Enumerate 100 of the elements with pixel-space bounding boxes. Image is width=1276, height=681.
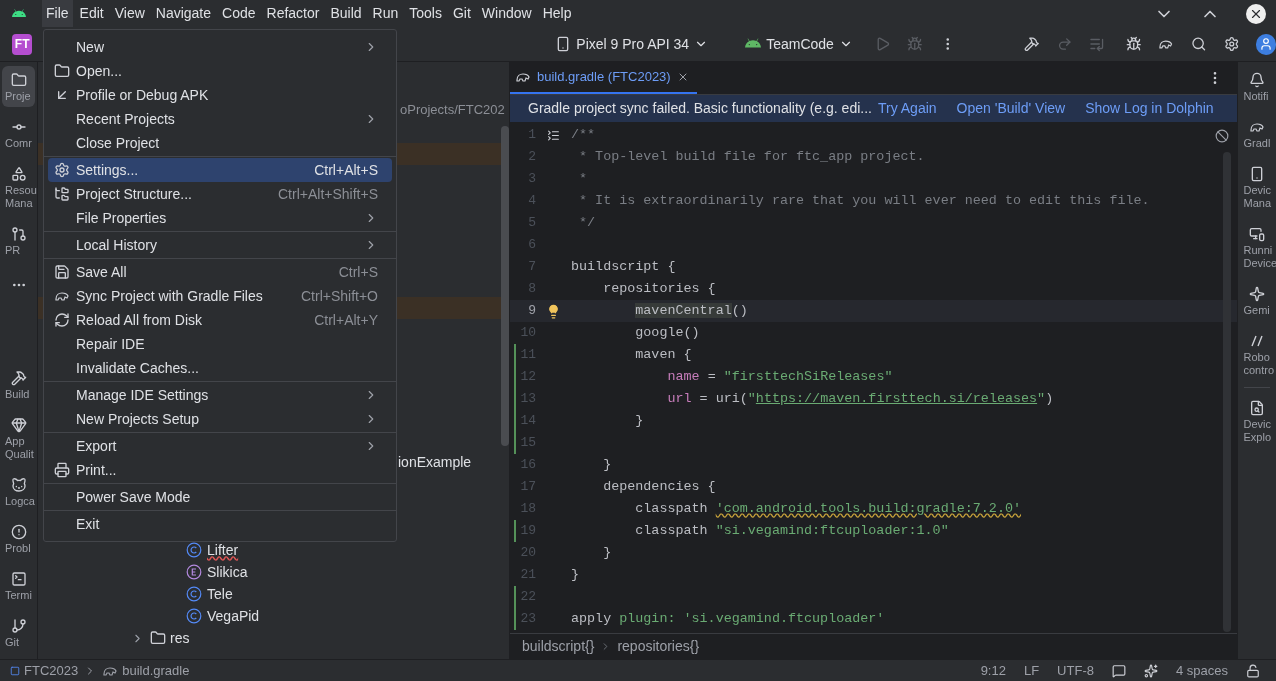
- project-badge[interactable]: FT: [12, 33, 33, 55]
- menu-item[interactable]: Local History: [48, 233, 392, 257]
- tree-item[interactable]: Tele: [186, 583, 237, 605]
- cat-icon: [10, 477, 27, 493]
- code-line: *: [578, 169, 588, 188]
- tool-window-label: Devic: [1242, 184, 1271, 197]
- menu-item[interactable]: Project Structure... Ctrl+Alt+Shift+S: [48, 182, 392, 206]
- sparkles-icon[interactable]: [1143, 663, 1158, 678]
- indent-setting[interactable]: 4 spaces: [1175, 660, 1228, 681]
- device-selector[interactable]: Pixel 9 Pro API 34: [555, 33, 709, 55]
- menu-item[interactable]: Sync Project with Gradle Files Ctrl+Shift+O: [48, 284, 392, 308]
- menu-bar-item[interactable]: File: [42, 0, 73, 27]
- tool-window-button[interactable]: Runni Device: [1240, 220, 1274, 274]
- code-line: name = "firsttechSiReleases": [666, 367, 893, 386]
- bug-icon[interactable]: [1125, 36, 1142, 52]
- menu-item[interactable]: Settings... Ctrl+Alt+S: [48, 158, 392, 182]
- tool-window-button[interactable]: Robo contro: [1240, 327, 1274, 381]
- class-icon: [186, 608, 202, 624]
- menu-bar-item[interactable]: Tools: [405, 0, 446, 27]
- tree-item[interactable]: Slikica: [186, 561, 252, 583]
- code-line: * Top-level build file for ftc_app project.: [578, 147, 925, 166]
- lightbulb-icon[interactable]: [546, 303, 561, 319]
- banner-link[interactable]: Show Log in Dolphin: [1085, 98, 1214, 119]
- menu-bar-item[interactable]: Navigate: [151, 0, 216, 27]
- code-line: mavenCentral(): [634, 301, 748, 320]
- folder-icon: [54, 63, 70, 79]
- menu-item[interactable]: Profile or Debug APK: [48, 83, 392, 107]
- tool-window-button[interactable]: Logca: [2, 471, 35, 512]
- caret-position[interactable]: 9:12: [980, 660, 1006, 681]
- tool-window-button[interactable]: Devic Mana: [1240, 160, 1274, 214]
- menu-item[interactable]: File Properties: [48, 206, 392, 230]
- menu-bar-item[interactable]: Edit: [75, 0, 108, 27]
- menu-bar-item[interactable]: Git: [448, 0, 475, 27]
- menu-item[interactable]: Exit: [48, 512, 392, 536]
- tool-window-button[interactable]: Git: [2, 612, 35, 653]
- menu-item[interactable]: Close Project: [48, 131, 392, 155]
- menu-item[interactable]: Save All Ctrl+S: [48, 260, 392, 284]
- tool-window-button[interactable]: Resou Mana: [2, 160, 35, 214]
- hammer-icon[interactable]: [1024, 36, 1040, 52]
- file-search-icon: [1249, 400, 1265, 416]
- scroll-thumb[interactable]: [1223, 152, 1231, 632]
- shortcut-label: Ctrl+S: [338, 262, 378, 282]
- phone-icon: [1249, 166, 1265, 182]
- no-entry-icon[interactable]: [1215, 129, 1229, 143]
- avatar[interactable]: [1255, 33, 1276, 55]
- code-line: /**: [571, 125, 596, 144]
- menu-bar-item[interactable]: Code: [218, 0, 260, 27]
- line-separator[interactable]: LF: [1023, 660, 1040, 681]
- banner-link[interactable]: Open 'Build' View: [956, 98, 1066, 119]
- run-config-selector[interactable]: TeamCode: [745, 33, 853, 55]
- tool-window-label: Comr: [4, 137, 32, 150]
- tool-window-button[interactable]: Gradl: [1240, 113, 1274, 154]
- search-icon[interactable]: [1190, 36, 1207, 52]
- tool-window-button[interactable]: PR: [2, 220, 35, 261]
- menu-item[interactable]: New Projects Setup: [48, 407, 392, 431]
- breadcrumb-item[interactable]: buildscript{}: [522, 636, 595, 657]
- breadcrumb-item[interactable]: repositories{}: [617, 636, 700, 657]
- menu-item[interactable]: Recent Projects: [48, 107, 392, 131]
- tree-item[interactable]: Lifter: [186, 539, 243, 561]
- menu-item[interactable]: Export: [48, 434, 392, 458]
- banner-link[interactable]: Try Again: [877, 98, 937, 119]
- menu-item[interactable]: Power Save Mode: [48, 485, 392, 509]
- tool-window-button[interactable]: Proje: [2, 66, 35, 107]
- tool-window-label: Robo: [1242, 351, 1270, 364]
- tool-window-button[interactable]: Build: [2, 364, 35, 405]
- menu-bar-item[interactable]: Help: [538, 0, 576, 27]
- tree-item[interactable]: VegaPid: [186, 605, 264, 627]
- tree-item[interactable]: res: [131, 627, 194, 649]
- tool-window-button[interactable]: Devic Explo: [1240, 394, 1274, 448]
- tool-window-button[interactable]: Probl: [2, 518, 35, 559]
- unlock-icon[interactable]: [1246, 663, 1260, 678]
- settings-icon[interactable]: [1224, 36, 1240, 52]
- tool-window-button[interactable]: Gemi: [1240, 280, 1274, 321]
- menu-bar-item[interactable]: Build: [326, 0, 366, 27]
- menu-bar-item[interactable]: Window: [477, 0, 536, 27]
- tool-window-button[interactable]: Comr: [2, 113, 35, 154]
- menu-item[interactable]: Open...: [48, 59, 392, 83]
- menu-bar-item[interactable]: Run: [368, 0, 403, 27]
- menu-bar-item[interactable]: View: [110, 0, 149, 27]
- menu-item[interactable]: New: [48, 35, 392, 59]
- status-path-item[interactable]: FTC2023: [24, 660, 79, 681]
- menu-item[interactable]: Manage IDE Settings: [48, 383, 392, 407]
- bell-icon: [1249, 72, 1265, 88]
- menu-item[interactable]: Print...: [48, 458, 392, 482]
- scroll-thumb[interactable]: [501, 126, 509, 446]
- menu-item[interactable]: Repair IDE: [48, 332, 392, 356]
- tool-window-button[interactable]: App Qualit: [2, 411, 35, 465]
- close-button[interactable]: [1246, 3, 1266, 24]
- tree-item[interactable]: ionExample: [398, 451, 472, 473]
- menu-item[interactable]: Reload All from Disk Ctrl+Alt+Y: [48, 308, 392, 332]
- tool-window-label: Explo: [1242, 431, 1272, 444]
- devices-icon: [1249, 226, 1265, 242]
- tool-window-button[interactable]: Termi: [2, 565, 35, 606]
- comment-icon[interactable]: [1111, 663, 1126, 678]
- encoding[interactable]: UTF-8: [1057, 660, 1094, 681]
- tool-window-button[interactable]: Notifi: [1240, 66, 1274, 107]
- status-path-item[interactable]: build.gradle: [122, 660, 190, 681]
- menu-item[interactable]: Invalidate Caches...: [48, 356, 392, 380]
- lines-icon[interactable]: [547, 128, 560, 142]
- menu-bar-item[interactable]: Refactor: [262, 0, 324, 27]
